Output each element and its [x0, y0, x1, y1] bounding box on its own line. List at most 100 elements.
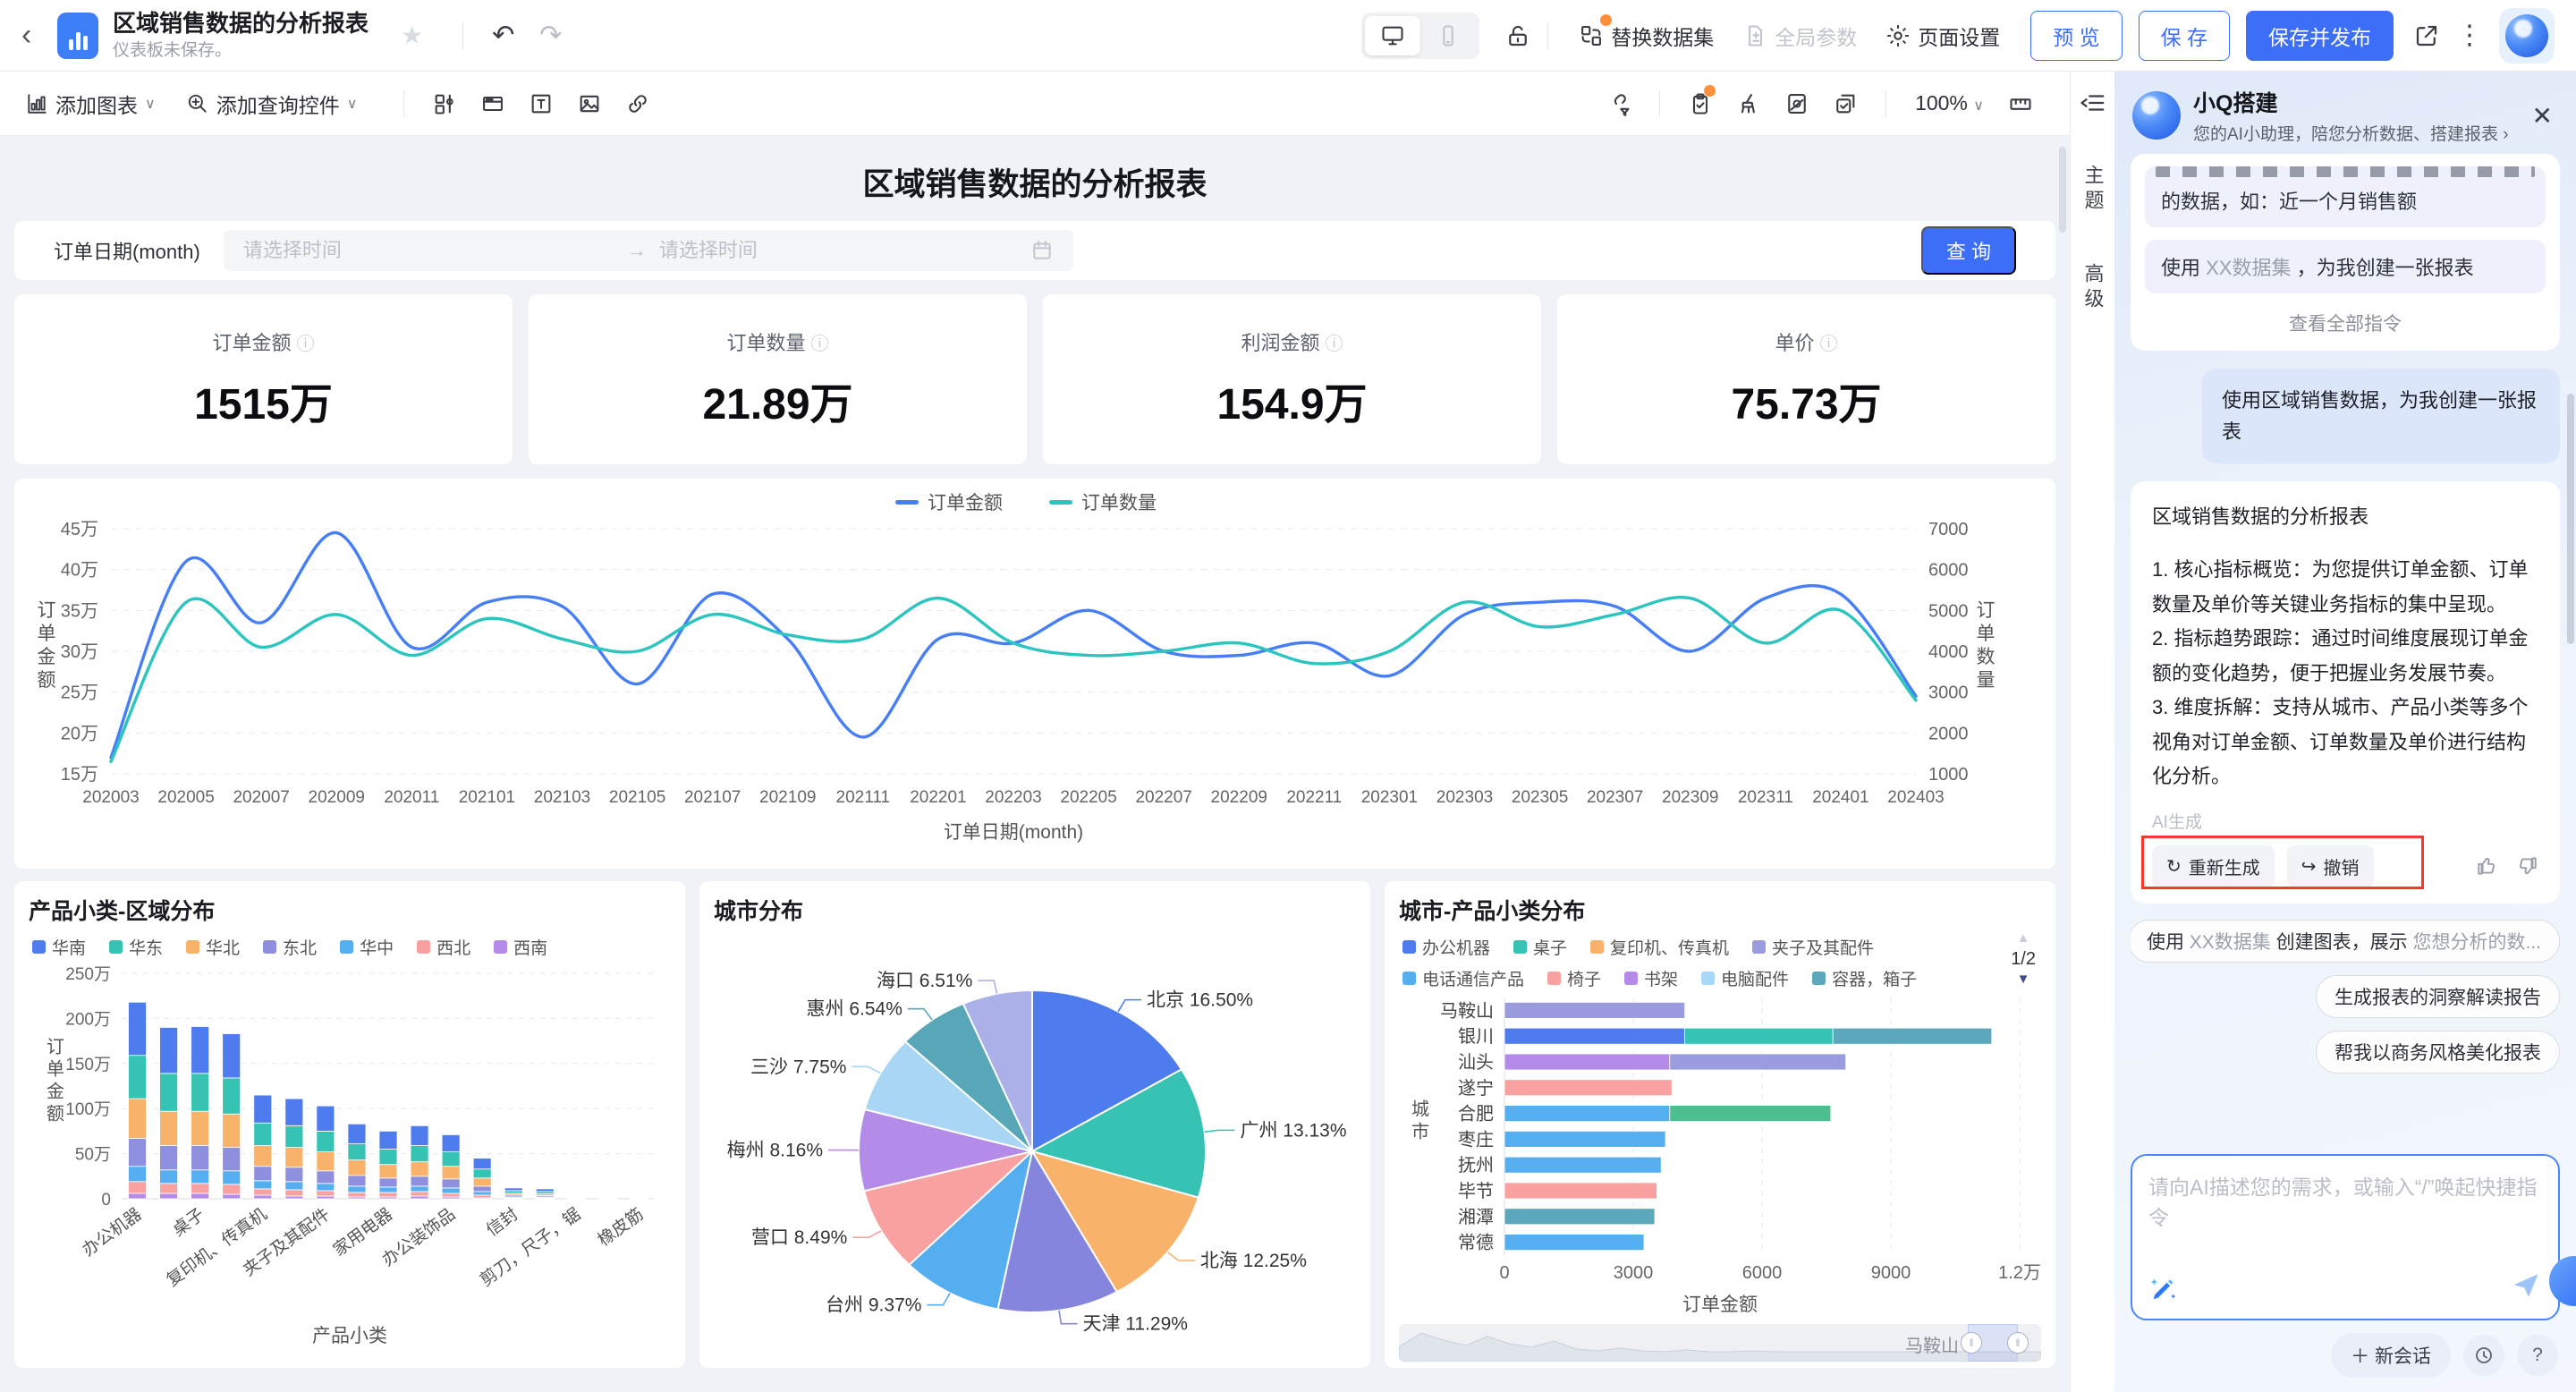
grid-ruler-icon[interactable] — [2008, 91, 2033, 116]
ai-assistant-logo[interactable] — [2499, 8, 2555, 64]
device-toggle[interactable] — [1361, 13, 1479, 59]
city-label: 枣庄 — [1458, 1129, 1494, 1150]
zoom-level-dropdown[interactable]: 100% ∨ — [1915, 91, 1984, 115]
prompt-pill-create-report[interactable]: 使用 XX数据集 ，为我创建一张报表 — [2145, 240, 2546, 293]
legend-item[interactable]: 容器，箱子 — [1812, 966, 1917, 990]
ai-chat-scroll-area[interactable]: 的数据，如：近一个月销售额 使用 XX数据集 ，为我创建一张报表 查看全部指令 … — [2131, 154, 2560, 1147]
mobile-view-icon[interactable] — [1420, 16, 1476, 55]
legend-item[interactable]: 华中 — [340, 935, 394, 959]
component-icon[interactable] — [432, 91, 457, 116]
text-widget-icon[interactable] — [529, 91, 554, 116]
legend-item[interactable]: 复印机、传真机 — [1590, 935, 1729, 959]
hbar-chart-card[interactable]: 城市-产品小类分布 办公机器桌子复印机、传真机夹子及其配件电话通信产品椅子书架电… — [1385, 881, 2055, 1368]
ai-panel-scrollbar[interactable] — [2567, 394, 2574, 644]
batch-select-icon[interactable] — [1833, 91, 1858, 116]
preview-button[interactable]: 预 览 — [2030, 11, 2122, 61]
add-query-control-button[interactable]: 添加查询控件∨ — [186, 89, 358, 119]
help-icon[interactable]: ? — [2517, 1335, 2558, 1376]
ai-suggestion-chip[interactable]: 使用 XX数据集 创建图表，展示 您想分析的数... — [2131, 920, 2560, 963]
ai-suggestion-chip[interactable]: 生成报表的洞察解读报告 — [2316, 975, 2560, 1018]
link-filter-icon[interactable] — [1606, 91, 1631, 116]
more-menu-icon[interactable]: ⋮ — [2456, 20, 2483, 51]
legend-item[interactable]: 电脑配件 — [1701, 966, 1789, 990]
add-chart-button[interactable]: 添加图表∨ — [25, 89, 156, 119]
date-end-input[interactable] — [659, 239, 1030, 262]
ai-suggestion-chip[interactable]: 帮我以商务风格美化报表 — [2316, 1031, 2560, 1074]
legend-item[interactable]: 桌子 — [1513, 935, 1567, 959]
share-icon[interactable] — [2413, 22, 2440, 49]
tab-container-icon[interactable] — [480, 91, 505, 116]
replace-dataset-button[interactable]: 替换数据集 — [1579, 21, 1714, 51]
redo-icon[interactable]: ↷ — [539, 20, 562, 51]
pager-up-icon[interactable]: ▲ — [2011, 929, 2036, 947]
regenerate-button[interactable]: ↻重新生成 — [2152, 845, 2275, 887]
canvas-scrollbar[interactable] — [2059, 147, 2066, 233]
axis-tick-label: 202305 — [1512, 788, 1568, 807]
new-chat-button[interactable]: ＋ 新会话 — [2331, 1333, 2451, 1378]
send-icon[interactable] — [2510, 1269, 2542, 1306]
undo-generation-button[interactable]: ↪撤销 — [2287, 845, 2374, 887]
legend-item[interactable]: 东北 — [263, 935, 317, 959]
legend-item[interactable]: 华南 — [32, 935, 86, 959]
legend-item[interactable]: 办公机器 — [1402, 935, 1490, 959]
bar-segment — [285, 1196, 303, 1199]
left-axis-title: 额 — [38, 670, 56, 691]
history-clock-icon[interactable] — [2463, 1335, 2504, 1376]
ai-input-textarea[interactable] — [2148, 1170, 2542, 1256]
legend-item[interactable]: 电话通信产品 — [1402, 966, 1524, 990]
save-publish-button[interactable]: 保存并发布 — [2246, 11, 2394, 61]
kpi-card-order-amount[interactable]: 订单金额ⓘ 1515万 — [14, 294, 513, 464]
data-zoom-handle-right[interactable]: ‖ — [2007, 1332, 2029, 1354]
collapse-panel-icon[interactable] — [2080, 89, 2106, 116]
data-zoom-handle-left[interactable]: ‖ — [1961, 1332, 1982, 1354]
ai-input-box[interactable] — [2131, 1154, 2560, 1320]
thumbs-up-icon[interactable] — [2476, 854, 2499, 878]
axis-tick-label: 202009 — [309, 788, 365, 807]
date-range-picker[interactable]: → — [224, 230, 1073, 271]
legend-item[interactable]: 椅子 — [1547, 966, 1601, 990]
hide-component-icon[interactable] — [1784, 91, 1809, 116]
lock-icon[interactable] — [1504, 22, 1531, 49]
legend-item[interactable]: 夹子及其配件 — [1752, 935, 1874, 959]
trend-line-chart-card[interactable]: 45万700040万600035万500030万400025万300020万20… — [14, 479, 2055, 869]
image-widget-icon[interactable] — [577, 91, 602, 116]
kpi-card-profit[interactable]: 利润金额ⓘ 154.9万 — [1043, 294, 1541, 464]
legend-item[interactable]: 华北 — [186, 935, 240, 959]
view-all-commands-link[interactable]: 查看全部指令 — [2145, 306, 2546, 336]
legend-item[interactable]: 书架 — [1624, 966, 1678, 990]
close-icon[interactable]: ✕ — [2527, 98, 2558, 134]
legend-item[interactable]: 西南 — [494, 935, 547, 959]
query-submit-button[interactable]: 查 询 — [1921, 226, 2016, 275]
back-icon[interactable]: ‹ — [21, 18, 57, 53]
legend-item[interactable]: 华东 — [109, 935, 163, 959]
undo-icon[interactable]: ↶ — [492, 20, 514, 51]
clipboard-icon[interactable] — [1688, 91, 1713, 116]
prompt-pill-cropped[interactable]: 的数据，如：近一个月销售额 — [2145, 166, 2546, 227]
axis-tick-label: 2000 — [1928, 724, 1969, 743]
desktop-view-icon[interactable] — [1365, 16, 1420, 55]
page-settings-button[interactable]: 页面设置 — [1885, 21, 2000, 51]
pie-chart-card[interactable]: 城市分布 北京 16.50%广州 13.13%北海 12.25%天津 11.29… — [699, 881, 1370, 1368]
legend-item[interactable]: 西北 — [417, 935, 470, 959]
rail-tab-advanced[interactable]: 高级 — [2079, 263, 2107, 313]
clean-brush-icon[interactable] — [1736, 91, 1761, 116]
bar-segment — [223, 1184, 241, 1194]
legend-pager[interactable]: ▲ 1/2 ▼ — [2011, 929, 2036, 988]
data-zoom-slider[interactable]: 马鞍山 ‖ ‖ — [1399, 1324, 2041, 1362]
bottom-chart-row: 产品小类-区域分布 华南华东华北东北华中西北西南 050万100万150万200… — [14, 881, 2055, 1368]
magic-pencil-icon[interactable] — [2148, 1271, 2179, 1306]
save-button[interactable]: 保 存 — [2139, 11, 2230, 61]
favorite-star-icon[interactable]: ★ — [401, 21, 423, 50]
date-start-input[interactable] — [243, 239, 614, 262]
y-axis-title: 市 — [1411, 1122, 1429, 1142]
kpi-card-unit-price[interactable]: 单价ⓘ 75.73万 — [1557, 294, 2055, 464]
calendar-icon[interactable] — [1030, 239, 1054, 262]
link-widget-icon[interactable] — [625, 91, 650, 116]
rail-tab-theme[interactable]: 主题 — [2079, 165, 2107, 215]
stacked-bar-chart-card[interactable]: 产品小类-区域分布 华南华东华北东北华中西北西南 050万100万150万200… — [14, 881, 685, 1368]
kpi-card-order-count[interactable]: 订单数量ⓘ 21.89万 — [529, 294, 1027, 464]
ai-panel-subtitle[interactable]: 您的AI小助理，陪您分析数据、搭建报表 › — [2193, 121, 2527, 145]
pager-down-icon[interactable]: ▼ — [2011, 971, 2036, 989]
thumbs-down-icon[interactable] — [2515, 854, 2538, 878]
bar-segment — [473, 1192, 491, 1195]
